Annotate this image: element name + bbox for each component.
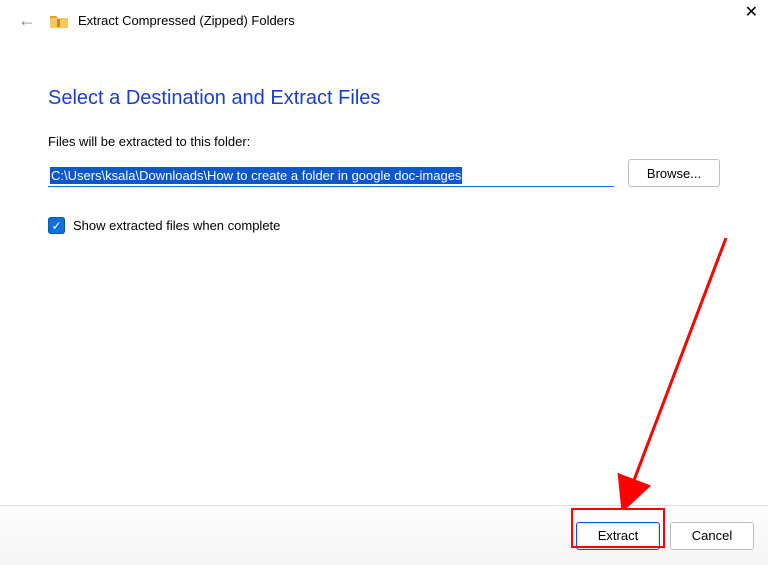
titlebar-title: Extract Compressed (Zipped) Folders <box>78 13 295 28</box>
checkbox-checked-icon: ✓ <box>48 217 65 234</box>
browse-button[interactable]: Browse... <box>628 159 720 187</box>
cancel-button[interactable]: Cancel <box>670 522 754 550</box>
back-arrow-icon[interactable]: ← <box>14 8 40 33</box>
zip-folder-icon <box>50 14 68 28</box>
titlebar: ← Extract Compressed (Zipped) Folders <box>0 0 768 41</box>
dialog-button-bar: Extract Cancel <box>0 505 768 565</box>
annotation-arrow-icon <box>598 230 738 510</box>
extract-button[interactable]: Extract <box>576 522 660 550</box>
path-label: Files will be extracted to this folder: <box>48 134 720 149</box>
page-heading: Select a Destination and Extract Files <box>48 87 720 110</box>
destination-path-input[interactable]: C:\Users\ksala\Downloads\How to create a… <box>48 166 614 187</box>
show-files-checkbox[interactable]: ✓ Show extracted files when complete <box>48 217 720 234</box>
destination-path-value: C:\Users\ksala\Downloads\How to create a… <box>50 167 462 184</box>
path-row: C:\Users\ksala\Downloads\How to create a… <box>48 159 720 187</box>
close-icon[interactable]: ✕ <box>745 2 758 22</box>
show-files-label: Show extracted files when complete <box>73 218 280 233</box>
dialog-content: Select a Destination and Extract Files F… <box>0 41 768 234</box>
